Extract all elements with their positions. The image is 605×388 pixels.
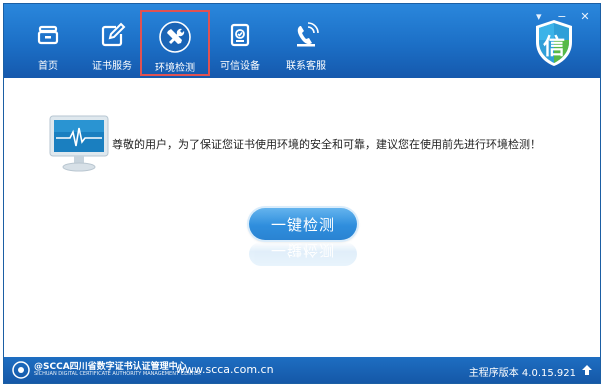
version-label: 主程序版本 4.0.15.921 (468, 368, 576, 379)
nav-env-check-label: 环境检测 (155, 63, 195, 74)
top-toolbar: 首页 证书服务 环境检测 可信设备 联系客服 ▾ − ✕ 信 (4, 4, 600, 78)
one-click-check-button[interactable]: 一键检测 (249, 208, 357, 240)
monitor-heartbeat-icon (49, 115, 109, 172)
nav-home[interactable]: 首页 (14, 10, 82, 76)
scca-logo-icon (12, 361, 30, 379)
nav-trusted-device-label: 可信设备 (220, 61, 260, 72)
window-controls: ▾ − ✕ (530, 5, 594, 23)
phone-icon (297, 22, 319, 47)
edit-icon (101, 22, 126, 47)
nav-contact-support[interactable]: 联系客服 (272, 10, 340, 76)
home-icon (37, 25, 59, 45)
website-link[interactable]: www.scca.com.cn (176, 363, 274, 376)
nav-trusted-device[interactable]: 可信设备 (206, 10, 274, 76)
main-panel: 尊敬的用户，为了保证您证书使用环境的安全和可靠，建议您在使用前先进行环境检测！ … (4, 78, 600, 359)
button-reflection-text: 一键检测 (270, 242, 335, 259)
nav-cert-service-label: 证书服务 (92, 61, 132, 72)
close-button[interactable]: ✕ (576, 11, 594, 25)
status-bar: @SCCA四川省数字证书认证管理中心 SICHUAN DIGITAL CERTI… (4, 357, 600, 383)
logo-text: 信 (543, 34, 565, 60)
upgrade-arrow-icon[interactable] (582, 365, 592, 375)
app-window: 首页 证书服务 环境检测 可信设备 联系客服 ▾ − ✕ 信 尊敬的用户，为了保… (3, 3, 601, 384)
environment-check-message: 尊敬的用户，为了保证您证书使用环境的安全和可靠，建议您在使用前先进行环境检测！ (112, 138, 541, 151)
trust-shield-logo: 信 (536, 20, 572, 66)
nav-env-check[interactable]: 环境检测 (140, 10, 210, 76)
nav-contact-support-label: 联系客服 (286, 61, 326, 72)
tools-icon (159, 21, 191, 53)
device-icon (230, 23, 250, 47)
button-reflection: 一键检测 (249, 242, 357, 266)
nav-cert-service[interactable]: 证书服务 (78, 10, 146, 76)
nav-home-label: 首页 (38, 61, 58, 72)
